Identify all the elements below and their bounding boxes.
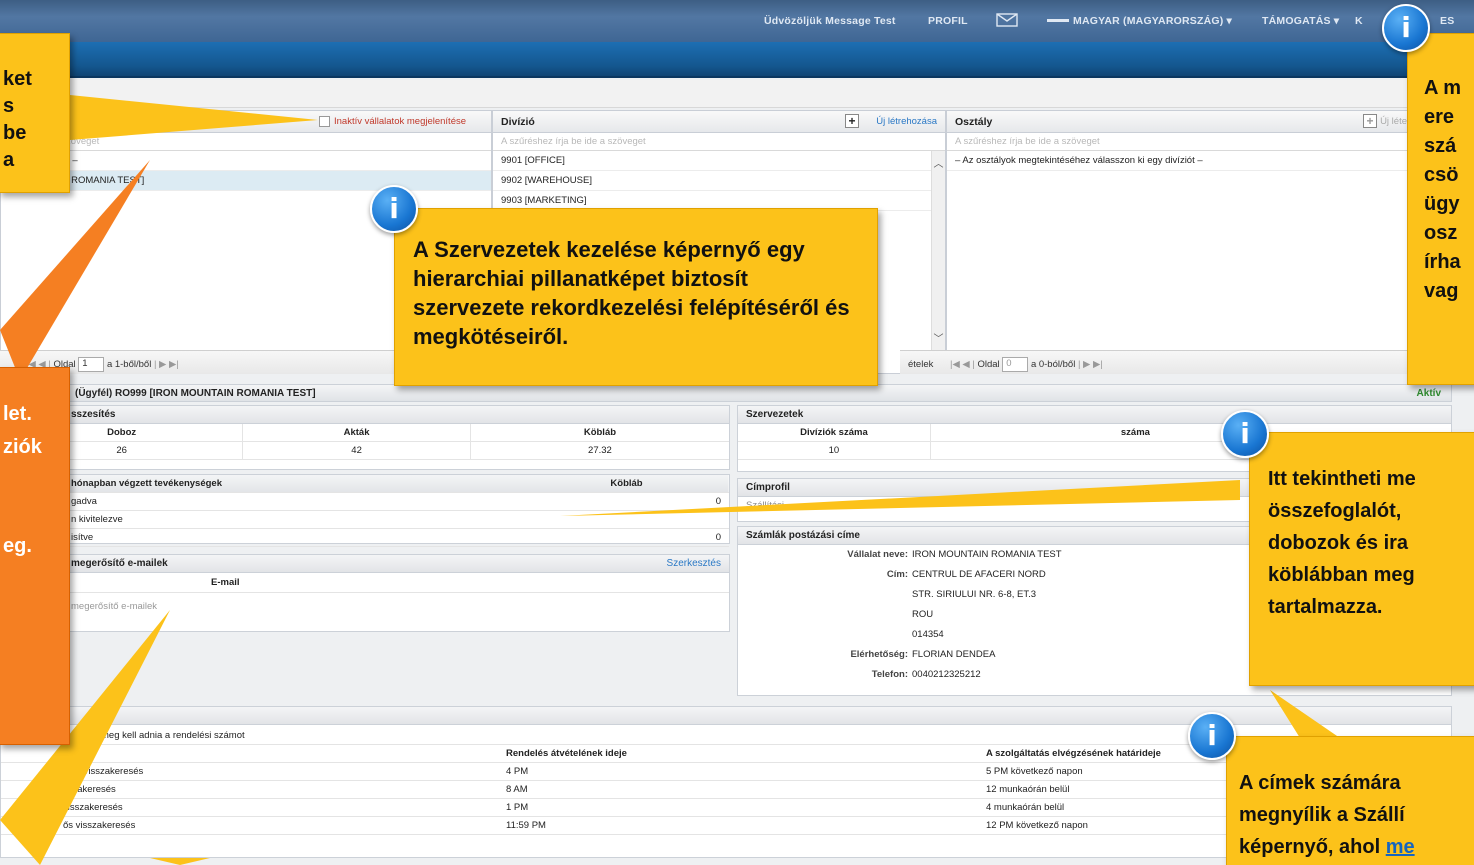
callout-line: Itt tekintheti me <box>1268 468 1416 490</box>
callout-right-mid: Itt tekintheti me összefoglalót, dobozok… <box>1249 432 1474 686</box>
callout-line: megnyílik a Szállí <box>1239 804 1405 826</box>
callout-line: A címek számára <box>1239 772 1401 794</box>
callout-line: szá <box>1424 135 1457 157</box>
pointer-right-bottom <box>1270 690 1340 738</box>
callout-left-orange: let. ziók eg. <box>0 367 70 745</box>
callout-line: A m <box>1424 77 1462 99</box>
callout-line: csö <box>1424 164 1459 186</box>
callout-line: ere <box>1424 106 1455 128</box>
callout-link[interactable]: me <box>1386 836 1415 858</box>
callout-line: tartalmazza. <box>1268 596 1383 618</box>
callout-right-top: A m ere szá csö ügy osz írha vag <box>1407 33 1474 385</box>
info-icon: i <box>1221 410 1269 458</box>
callout-line: osz <box>1424 222 1458 244</box>
callout-line: írha <box>1424 251 1461 273</box>
callout-line: eg. <box>3 535 32 557</box>
callout-line: dobozok és ira <box>1268 532 1409 554</box>
callout-line: s <box>3 95 15 117</box>
info-icon: i <box>1382 4 1430 52</box>
callout-line: képernyő, ahol me <box>1239 831 1474 863</box>
callout-line: vag <box>1424 280 1459 302</box>
pointer-left-orange <box>0 160 150 380</box>
info-icon: i <box>1188 712 1236 760</box>
callout-line: ket <box>3 68 32 90</box>
pointer-right-mid <box>560 480 1240 516</box>
callout-line: be <box>3 122 27 144</box>
pointer-left-top <box>70 95 318 140</box>
callout-line: összefoglalót, <box>1268 500 1402 522</box>
callout-line <box>3 497 69 530</box>
callout-right-bottom: A címek számára megnyílik a Szállí képer… <box>1226 736 1474 865</box>
pointer-bottom-stub <box>150 858 210 865</box>
info-icon: i <box>370 185 418 233</box>
callout-left-top: ket s be a <box>0 33 70 193</box>
callout-line <box>3 464 69 497</box>
callout-line: ügy <box>1424 193 1460 215</box>
callout-center: A Szervezetek kezelése képernyő egy hier… <box>394 208 878 386</box>
callout-line: a <box>3 149 15 171</box>
screen: Üdvözöljük Message Test PROFIL MAGYAR (M… <box>0 0 1474 865</box>
callout-text: A Szervezetek kezelése képernyő egy hier… <box>413 237 850 349</box>
callout-line: köblábban meg <box>1268 564 1415 586</box>
callout-line: ziók <box>3 436 42 458</box>
callout-line-text: képernyő, ahol <box>1239 836 1386 858</box>
callout-line: let. <box>3 403 32 425</box>
